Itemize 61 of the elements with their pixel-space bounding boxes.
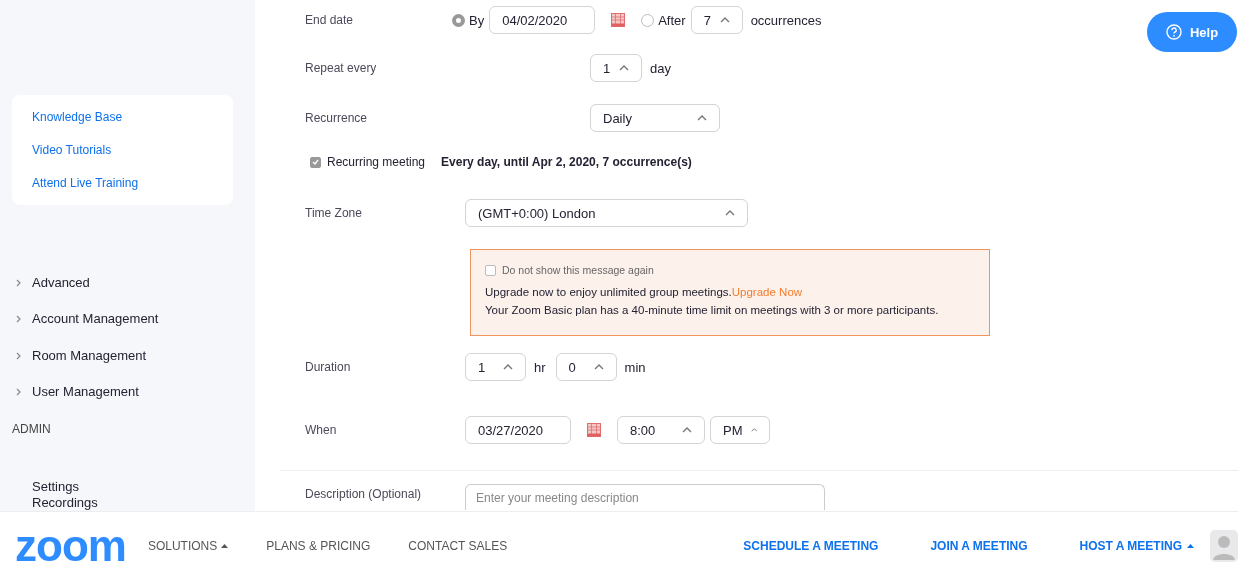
checkbox[interactable] xyxy=(310,156,321,168)
unit-label: min xyxy=(624,359,646,375)
field-label: Description (Optional) xyxy=(305,487,423,501)
hours-select[interactable]: 1 xyxy=(465,353,526,381)
help-link[interactable]: Video Tutorials xyxy=(32,142,112,158)
radio-button[interactable] xyxy=(452,13,465,27)
sidebar-item[interactable]: Recordings xyxy=(12,495,98,511)
chevron-up-icon xyxy=(719,17,730,23)
field-label: Duration xyxy=(305,360,352,374)
unit-label: occurrences xyxy=(750,12,822,28)
description-field[interactable]: Enter your meeting description xyxy=(465,484,825,510)
unit-label: hr xyxy=(534,359,546,375)
nav-link[interactable]: PLANS & PRICING xyxy=(266,538,371,553)
chevron-up-icon xyxy=(682,427,692,433)
radio-label: By xyxy=(469,12,485,28)
alert-message: Upgrade now to enjoy unlimited group meetings.Upgrade Now xyxy=(485,286,804,298)
sidebar-item[interactable]: Advanced xyxy=(12,265,90,302)
alert-message: Your Zoom Basic plan has a 40-minute time limit on meetings with 3 or more participants. xyxy=(485,304,940,316)
sidebar-item[interactable]: Settings xyxy=(12,479,79,495)
nav-link[interactable]: HOST A MEETING xyxy=(1079,538,1194,553)
nav-link[interactable]: SCHEDULE A MEETING xyxy=(743,538,879,553)
unit-label: day xyxy=(650,60,671,76)
field-label: Time Zone xyxy=(305,206,363,220)
checkbox-label: Recurring meeting xyxy=(327,155,426,169)
chevron-up-icon xyxy=(750,427,757,433)
time-select[interactable]: 8:00 xyxy=(617,416,705,444)
sidebar-item[interactable]: Room Management xyxy=(12,337,147,374)
chevron-up-icon xyxy=(725,210,735,216)
recurrence-summary: Every day, until Apr 2, 2020, 7 occurrence(s) xyxy=(441,155,692,169)
chevron-up-icon xyxy=(619,65,629,71)
radio-label: After xyxy=(658,12,686,28)
ampm-select[interactable]: PM xyxy=(710,416,770,444)
checkbox[interactable] xyxy=(485,264,496,276)
help-link[interactable]: Knowledge Base xyxy=(32,109,123,125)
help-icon xyxy=(1165,24,1182,40)
field-label: When xyxy=(305,423,338,437)
chevron-up-icon xyxy=(697,115,707,121)
nav-link[interactable]: JOIN A MEETING xyxy=(930,538,1028,553)
field-label: Repeat every xyxy=(305,61,378,75)
repeat-select[interactable]: 1 xyxy=(590,54,642,82)
count-select[interactable]: 7 xyxy=(690,6,743,34)
checkbox-label: Do not show this message again xyxy=(502,264,654,276)
chevron-up-icon xyxy=(593,364,604,370)
sidebar-item[interactable]: Account Management xyxy=(12,301,159,338)
avatar-icon[interactable] xyxy=(1210,529,1238,562)
radio-button[interactable] xyxy=(641,13,655,27)
field-label: End date xyxy=(305,13,355,27)
calendar-icon[interactable] xyxy=(611,13,626,27)
field-label: Recurrence xyxy=(305,111,369,125)
sidebar-heading: ADMIN xyxy=(12,421,51,437)
recurrence-select[interactable]: Daily xyxy=(590,104,720,132)
minutes-select[interactable]: 0 xyxy=(555,353,617,381)
nav-link[interactable]: CONTACT SALES xyxy=(408,538,508,553)
time-zone-select[interactable]: (GMT+0:00) London xyxy=(465,199,748,227)
sidebar-item[interactable]: User Management xyxy=(12,373,139,410)
date-field[interactable]: 04/02/2020 xyxy=(489,6,596,34)
nav-link[interactable]: SOLUTIONS xyxy=(147,538,229,553)
date-field[interactable]: 03/27/2020 xyxy=(465,416,571,444)
help-link[interactable]: Attend Live Training xyxy=(32,175,139,191)
calendar-icon[interactable] xyxy=(587,423,601,437)
chevron-up-icon xyxy=(503,364,513,370)
